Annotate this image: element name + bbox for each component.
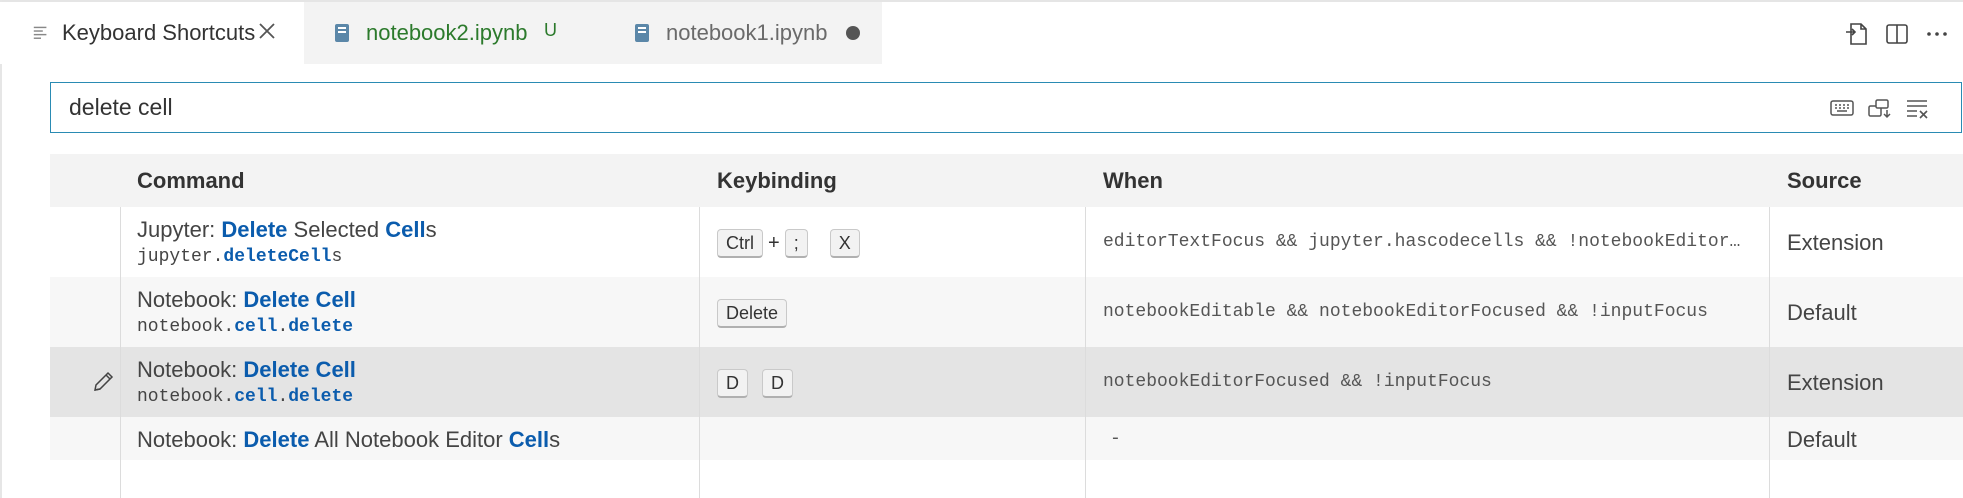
- tab-bar: Keyboard Shortcuts notebook2.ipynb U not…: [0, 2, 1963, 64]
- key: D: [762, 369, 793, 398]
- keybinding: Delete: [717, 299, 788, 328]
- command-title: Notebook: Delete Cell: [137, 357, 356, 382]
- unsaved-dot-icon[interactable]: [846, 26, 860, 40]
- sort-by-precedence-icon[interactable]: [1867, 96, 1893, 120]
- source: Default: [1787, 300, 1857, 325]
- open-json-icon[interactable]: [1843, 20, 1871, 48]
- tab-label: notebook2.ipynb: [366, 20, 528, 45]
- left-border: [0, 0, 2, 498]
- table-row[interactable]: Notebook: Delete Cell notebook.cell.dele…: [50, 277, 1963, 347]
- source: Extension: [1787, 230, 1884, 255]
- notebook-icon: [635, 24, 649, 42]
- keybinding: D D: [717, 369, 793, 398]
- table-row[interactable]: Jupyter: Delete Selected Cells jupyter.d…: [50, 207, 1963, 277]
- table-row[interactable]: Notebook: Delete Cell notebook.cell.dele…: [50, 347, 1963, 417]
- tab-notebook1[interactable]: notebook1.ipynb: [604, 2, 882, 64]
- more-icon[interactable]: [1923, 20, 1951, 48]
- command-title: Notebook: Delete All Notebook Editor Cel…: [137, 427, 561, 452]
- keybinding: Ctrl + ; X: [717, 229, 860, 258]
- split-editor-icon[interactable]: [1883, 20, 1911, 48]
- key: Delete: [717, 299, 788, 328]
- close-icon[interactable]: [256, 20, 278, 42]
- when-clause: notebookEditorFocused && !inputFocus: [1103, 372, 1492, 392]
- tab-notebook2[interactable]: notebook2.ipynb U: [304, 2, 604, 64]
- search-input[interactable]: [69, 83, 1769, 132]
- column-divider[interactable]: [699, 207, 700, 498]
- column-divider[interactable]: [120, 207, 121, 498]
- command-title: Jupyter: Delete Selected Cells: [137, 217, 437, 242]
- source: Extension: [1787, 370, 1884, 395]
- record-keys-icon[interactable]: [1829, 96, 1855, 120]
- column-divider[interactable]: [1085, 207, 1086, 498]
- untracked-badge: U: [544, 20, 557, 40]
- when-clause: editorTextFocus && jupyter.hascodecells …: [1103, 232, 1741, 252]
- tab-label: notebook1.ipynb: [666, 20, 828, 45]
- key: X: [829, 229, 860, 258]
- column-keybinding[interactable]: Keybinding: [717, 154, 837, 207]
- command-id: notebook.cell.delete: [137, 317, 354, 337]
- when-clause: notebookEditable && notebookEditorFocuse…: [1103, 302, 1708, 322]
- column-command[interactable]: Command: [137, 154, 245, 207]
- table-header: Command Keybinding When Source: [50, 154, 1963, 207]
- list-icon: [33, 26, 47, 39]
- column-source[interactable]: Source: [1787, 154, 1862, 207]
- command-id: notebook.cell.delete: [137, 387, 354, 407]
- column-when[interactable]: When: [1103, 154, 1163, 207]
- key: ;: [784, 229, 808, 258]
- keybindings-table: Command Keybinding When Source Jupyter: …: [50, 154, 1963, 498]
- key: D: [717, 369, 748, 398]
- keybinding-search-box: [50, 82, 1962, 133]
- key-separator: +: [768, 232, 780, 254]
- command-title: Notebook: Delete Cell: [137, 287, 356, 312]
- table-row[interactable]: Notebook: Delete All Notebook Editor Cel…: [50, 417, 1963, 460]
- command-id: jupyter.deleteCells: [137, 247, 343, 267]
- edit-keybinding-icon[interactable]: [90, 369, 116, 395]
- tab-label: Keyboard Shortcuts: [62, 20, 256, 45]
- clear-filter-icon[interactable]: [1905, 96, 1931, 120]
- column-divider[interactable]: [1769, 207, 1770, 498]
- source: Default: [1787, 427, 1857, 452]
- tab-keyboard-shortcuts[interactable]: Keyboard Shortcuts: [4, 2, 304, 64]
- notebook-icon: [335, 24, 349, 42]
- key: Ctrl: [717, 229, 763, 258]
- when-clause: -: [1110, 429, 1121, 449]
